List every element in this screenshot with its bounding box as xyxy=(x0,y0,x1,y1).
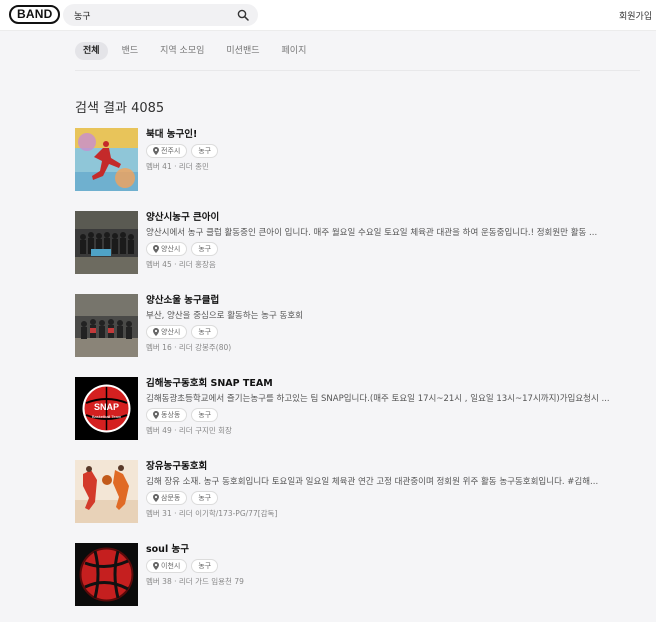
band-cover-image[interactable] xyxy=(75,128,138,191)
band-description: 김해동광초등학교에서 즐기는농구를 하고있는 팀 SNAP입니다.(매주 토요일… xyxy=(146,394,610,404)
band-description: 양산시에서 농구 클럽 활동중인 큰아이 입니다. 매주 월요일 수요일 토요일… xyxy=(146,228,598,238)
band-tags: 이천시 농구 xyxy=(146,559,643,573)
location-chip[interactable]: 이천시 xyxy=(146,559,188,573)
band-name[interactable]: 북대 농구인! xyxy=(146,128,643,142)
location-label: 양산시 xyxy=(161,328,181,336)
tag-chip[interactable]: 농구 xyxy=(191,559,219,573)
tag-chip[interactable]: 농구 xyxy=(191,242,219,256)
tab-mission-band[interactable]: 미션밴드 xyxy=(218,42,267,60)
tab-local-group[interactable]: 지역 소모임 xyxy=(152,42,212,60)
location-chip[interactable]: 전주시 xyxy=(146,144,188,158)
band-description: 부산, 양산을 중심으로 활동하는 농구 동호회 xyxy=(146,311,303,321)
band-tags: 양산시 농구 xyxy=(146,242,643,256)
band-tags: 삼문동 농구 xyxy=(146,491,643,505)
tab-all[interactable]: 전체 xyxy=(75,42,108,60)
list-item[interactable]: 장유농구동호회 김해 장유 소재. 농구 동호회입니다 토요일과 일요일 체육관… xyxy=(75,460,645,524)
band-name[interactable]: 양산소울 농구클럽 xyxy=(146,294,643,308)
band-logo[interactable]: BAND xyxy=(9,5,61,24)
tag-chip[interactable]: 농구 xyxy=(191,491,219,505)
location-label: 동상동 xyxy=(161,411,181,419)
location-chip[interactable]: 동상동 xyxy=(146,408,188,422)
location-chip[interactable]: 양산시 xyxy=(146,242,188,256)
tab-divider xyxy=(75,70,640,71)
search-box[interactable] xyxy=(63,4,258,26)
location-label: 이천시 xyxy=(161,562,181,570)
band-cover-image[interactable] xyxy=(75,294,138,357)
search-tabs: 전체 밴드 지역 소모임 미션밴드 페이지 xyxy=(75,42,314,60)
location-pin-icon xyxy=(153,328,159,336)
tag-chip[interactable]: 농구 xyxy=(191,144,219,158)
band-meta: 멤버 38 · 리더 가드 임용천 79 xyxy=(146,577,244,586)
location-chip[interactable]: 삼문동 xyxy=(146,491,188,505)
location-pin-icon xyxy=(153,147,159,155)
snap-logo-subtext: Basketball Team xyxy=(92,414,122,419)
band-meta: 멤버 41 · 리더 종민 xyxy=(146,162,209,171)
band-tags: 양산시 농구 xyxy=(146,325,643,339)
list-item[interactable]: SNAP Basketball Team 김해농구동호회 SNAP TEAM 김… xyxy=(75,377,645,441)
location-label: 삼문동 xyxy=(161,494,181,502)
band-name[interactable]: 양산시농구 큰아이 xyxy=(146,211,643,225)
location-label: 전주시 xyxy=(161,147,181,155)
location-pin-icon xyxy=(153,411,159,419)
band-cover-image[interactable]: SNAP Basketball Team xyxy=(75,377,138,440)
location-label: 양산시 xyxy=(161,245,181,253)
results-title: 검색 결과 4085 xyxy=(75,101,165,116)
location-chip[interactable]: 양산시 xyxy=(146,325,188,339)
search-input[interactable] xyxy=(74,7,224,23)
band-cover-image[interactable] xyxy=(75,543,138,606)
list-item[interactable]: 양산소울 농구클럽 부산, 양산을 중심으로 활동하는 농구 동호회 양산시 농… xyxy=(75,294,645,358)
location-pin-icon xyxy=(153,562,159,570)
band-name[interactable]: 김해농구동호회 SNAP TEAM xyxy=(146,377,643,391)
band-tags: 전주시 농구 xyxy=(146,144,643,158)
band-cover-image[interactable] xyxy=(75,211,138,274)
band-meta: 멤버 49 · 리더 구지민 회장 xyxy=(146,426,232,435)
top-bar: BAND 회원가입 xyxy=(0,0,656,31)
band-meta: 멤버 16 · 리더 강봉주(80) xyxy=(146,343,232,352)
tab-page[interactable]: 페이지 xyxy=(274,42,315,60)
tag-chip[interactable]: 농구 xyxy=(191,325,219,339)
location-pin-icon xyxy=(153,494,159,502)
list-item[interactable]: 양산시농구 큰아이 양산시에서 농구 클럽 활동중인 큰아이 입니다. 매주 월… xyxy=(75,211,645,275)
band-tags: 동상동 농구 xyxy=(146,408,643,422)
band-cover-image[interactable] xyxy=(75,460,138,523)
tag-chip[interactable]: 농구 xyxy=(191,408,219,422)
band-name[interactable]: soul 농구 xyxy=(146,543,643,557)
tab-band[interactable]: 밴드 xyxy=(114,42,147,60)
list-item[interactable]: 북대 농구인! 전주시 농구 멤버 41 · 리더 종민 xyxy=(75,128,645,192)
band-name[interactable]: 장유농구동호회 xyxy=(146,460,643,474)
band-description: 김해 장유 소재. 농구 동호회입니다 토요일과 일요일 체육관 연간 고정 대… xyxy=(146,477,599,487)
signup-link[interactable]: 회원가입 xyxy=(619,9,652,22)
list-item[interactable]: soul 농구 이천시 농구 멤버 38 · 리더 가드 임용천 79 xyxy=(75,543,645,607)
band-meta: 멤버 45 · 리더 홍장음 xyxy=(146,260,216,269)
band-meta: 멤버 31 · 리더 이기학/173-PG/77[감독] xyxy=(146,509,278,518)
location-pin-icon xyxy=(153,245,159,253)
search-icon[interactable] xyxy=(237,9,249,21)
snap-logo-text: SNAP xyxy=(94,402,119,412)
